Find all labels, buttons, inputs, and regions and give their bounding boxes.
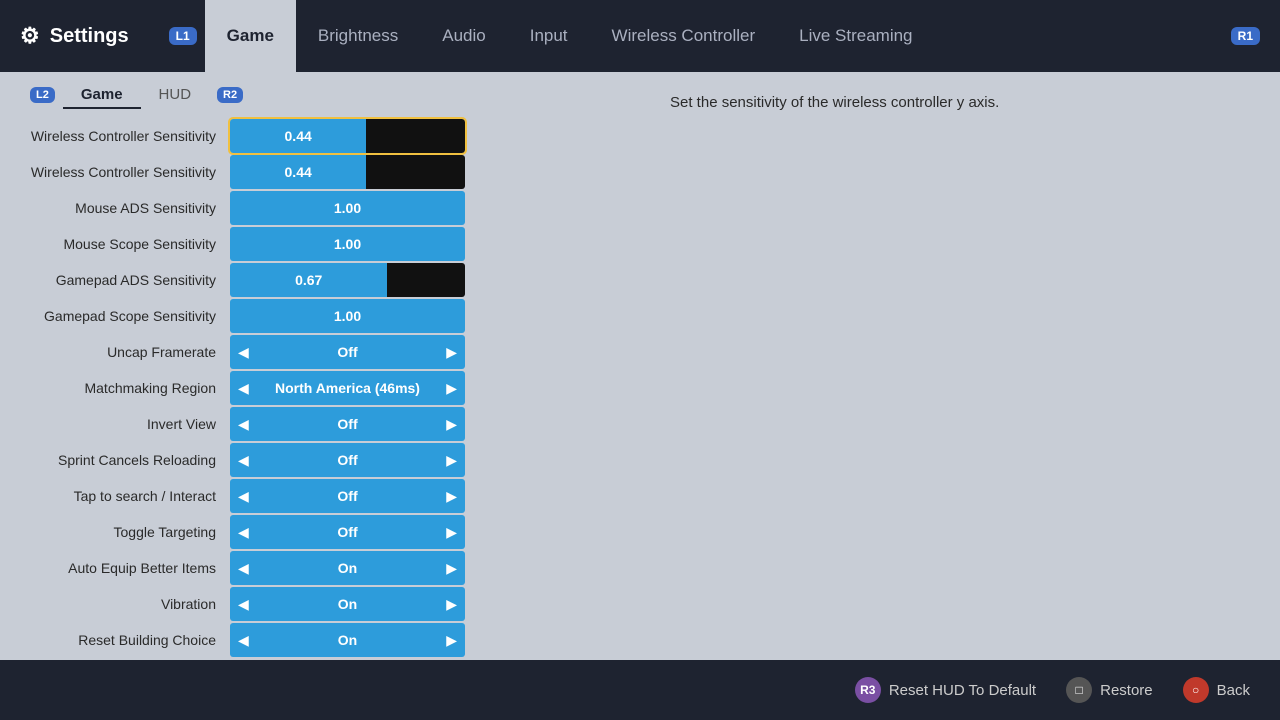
circle-button-icon: ○ xyxy=(1183,677,1209,703)
square-button-icon: □ xyxy=(1066,677,1092,703)
setting-label-10: Tap to search / Interact xyxy=(30,488,230,504)
slider-wireless-y[interactable]: 0.44 xyxy=(230,119,465,153)
arrow-right-icon[interactable]: ▶ xyxy=(446,596,457,613)
r1-badge[interactable]: R1 xyxy=(1231,27,1260,45)
table-row: Sprint Cancels Reloading ◀ Off ▶ xyxy=(30,443,640,477)
tab-brightness[interactable]: Brightness xyxy=(296,0,420,72)
tab-wireless-controller[interactable]: Wireless Controller xyxy=(590,0,778,72)
table-row: Toggle Targeting ◀ Off ▶ xyxy=(30,515,640,549)
table-row: Gamepad ADS Sensitivity 0.67 xyxy=(30,263,640,297)
setting-label-6: Uncap Framerate xyxy=(30,344,230,360)
setting-label-5: Gamepad Scope Sensitivity xyxy=(30,308,230,324)
reset-hud-label: Reset HUD To Default xyxy=(889,682,1036,699)
setting-label-11: Toggle Targeting xyxy=(30,524,230,540)
restore-label: Restore xyxy=(1100,682,1153,699)
selector-tap-to-search[interactable]: ◀ Off ▶ xyxy=(230,479,465,513)
top-navigation: ⚙ Settings L1 Game Brightness Audio Inpu… xyxy=(0,0,1280,72)
arrow-left-icon[interactable]: ◀ xyxy=(238,524,249,541)
table-row: Auto Equip Better Items ◀ On ▶ xyxy=(30,551,640,585)
setting-label-8: Invert View xyxy=(30,416,230,432)
left-panel: L2 Game HUD R2 Wireless Controller Sensi… xyxy=(0,72,640,660)
setting-label-4: Gamepad ADS Sensitivity xyxy=(30,272,230,288)
tab-game[interactable]: Game xyxy=(205,0,296,72)
restore-action[interactable]: □ Restore xyxy=(1066,677,1153,703)
nav-tabs: Game Brightness Audio Input Wireless Con… xyxy=(205,0,1223,72)
table-row: Uncap Framerate ◀ Off ▶ xyxy=(30,335,640,369)
arrow-right-icon[interactable]: ▶ xyxy=(446,488,457,505)
selector-matchmaking-region[interactable]: ◀ North America (46ms) ▶ xyxy=(230,371,465,405)
setting-label-9: Sprint Cancels Reloading xyxy=(30,452,230,468)
app-title: ⚙ Settings xyxy=(20,23,129,49)
bottom-bar: R3 Reset HUD To Default □ Restore ○ Back xyxy=(0,660,1280,720)
tab-input[interactable]: Input xyxy=(508,0,590,72)
setting-description: Set the sensitivity of the wireless cont… xyxy=(670,92,1250,115)
subtab-game[interactable]: Game xyxy=(63,82,141,107)
gear-icon: ⚙ xyxy=(20,23,40,49)
arrow-right-icon[interactable]: ▶ xyxy=(446,632,457,649)
table-row: Gamepad Scope Sensitivity 1.00 xyxy=(30,299,640,333)
arrow-left-icon[interactable]: ◀ xyxy=(238,344,249,361)
arrow-right-icon[interactable]: ▶ xyxy=(446,416,457,433)
reset-hud-action[interactable]: R3 Reset HUD To Default xyxy=(855,677,1036,703)
arrow-left-icon[interactable]: ◀ xyxy=(238,416,249,433)
setting-label-3: Mouse Scope Sensitivity xyxy=(30,236,230,252)
setting-label-12: Auto Equip Better Items xyxy=(30,560,230,576)
selector-vibration[interactable]: ◀ On ▶ xyxy=(230,587,465,621)
slider-gamepad-scope[interactable]: 1.00 xyxy=(230,299,465,333)
table-row: Vibration ◀ On ▶ xyxy=(30,587,640,621)
setting-label-13: Vibration xyxy=(30,596,230,612)
selector-uncap-framerate[interactable]: ◀ Off ▶ xyxy=(230,335,465,369)
back-label: Back xyxy=(1217,682,1250,699)
tab-live-streaming[interactable]: Live Streaming xyxy=(777,0,934,72)
main-content: L2 Game HUD R2 Wireless Controller Sensi… xyxy=(0,72,1280,660)
table-row: Invert View ◀ Off ▶ xyxy=(30,407,640,441)
table-row: Mouse ADS Sensitivity 1.00 xyxy=(30,191,640,225)
arrow-right-icon[interactable]: ▶ xyxy=(446,452,457,469)
setting-label-14: Reset Building Choice xyxy=(30,632,230,648)
arrow-left-icon[interactable]: ◀ xyxy=(238,488,249,505)
arrow-left-icon[interactable]: ◀ xyxy=(238,632,249,649)
slider-gamepad-ads[interactable]: 0.67 xyxy=(230,263,465,297)
selector-reset-building-choice[interactable]: ◀ On ▶ xyxy=(230,623,465,657)
table-row: Matchmaking Region ◀ North America (46ms… xyxy=(30,371,640,405)
slider-mouse-scope[interactable]: 1.00 xyxy=(230,227,465,261)
arrow-right-icon[interactable]: ▶ xyxy=(446,344,457,361)
selector-toggle-targeting[interactable]: ◀ Off ▶ xyxy=(230,515,465,549)
back-action[interactable]: ○ Back xyxy=(1183,677,1250,703)
l1-badge[interactable]: L1 xyxy=(169,27,197,45)
arrow-right-icon[interactable]: ▶ xyxy=(446,524,457,541)
r2-badge[interactable]: R2 xyxy=(217,87,243,103)
slider-wireless-x[interactable]: 0.44 xyxy=(230,155,465,189)
table-row: Mouse Scope Sensitivity 1.00 xyxy=(30,227,640,261)
setting-label-7: Matchmaking Region xyxy=(30,380,230,396)
table-row: Reset Building Choice ◀ On ▶ xyxy=(30,623,640,657)
arrow-right-icon[interactable]: ▶ xyxy=(446,560,457,577)
arrow-left-icon[interactable]: ◀ xyxy=(238,596,249,613)
arrow-left-icon[interactable]: ◀ xyxy=(238,560,249,577)
l2-badge[interactable]: L2 xyxy=(30,87,55,103)
table-row: Tap to search / Interact ◀ Off ▶ xyxy=(30,479,640,513)
subtab-hud[interactable]: HUD xyxy=(141,82,210,107)
settings-list: Wireless Controller Sensitivity 0.44 Wir… xyxy=(30,119,640,659)
setting-label-1: Wireless Controller Sensitivity xyxy=(30,164,230,180)
selector-invert-view[interactable]: ◀ Off ▶ xyxy=(230,407,465,441)
arrow-left-icon[interactable]: ◀ xyxy=(238,452,249,469)
arrow-right-icon[interactable]: ▶ xyxy=(446,380,457,397)
table-row: Wireless Controller Sensitivity 0.44 xyxy=(30,119,640,153)
setting-label-2: Mouse ADS Sensitivity xyxy=(30,200,230,216)
title-text: Settings xyxy=(50,25,129,48)
slider-mouse-ads[interactable]: 1.00 xyxy=(230,191,465,225)
selector-sprint-cancels-reloading[interactable]: ◀ Off ▶ xyxy=(230,443,465,477)
r3-button-icon: R3 xyxy=(855,677,881,703)
tab-audio[interactable]: Audio xyxy=(420,0,507,72)
right-panel: Set the sensitivity of the wireless cont… xyxy=(640,72,1280,660)
arrow-left-icon[interactable]: ◀ xyxy=(238,380,249,397)
table-row: Wireless Controller Sensitivity 0.44 xyxy=(30,155,640,189)
selector-auto-equip[interactable]: ◀ On ▶ xyxy=(230,551,465,585)
sub-tabs: L2 Game HUD R2 xyxy=(30,82,640,107)
setting-label-0: Wireless Controller Sensitivity xyxy=(30,128,230,144)
